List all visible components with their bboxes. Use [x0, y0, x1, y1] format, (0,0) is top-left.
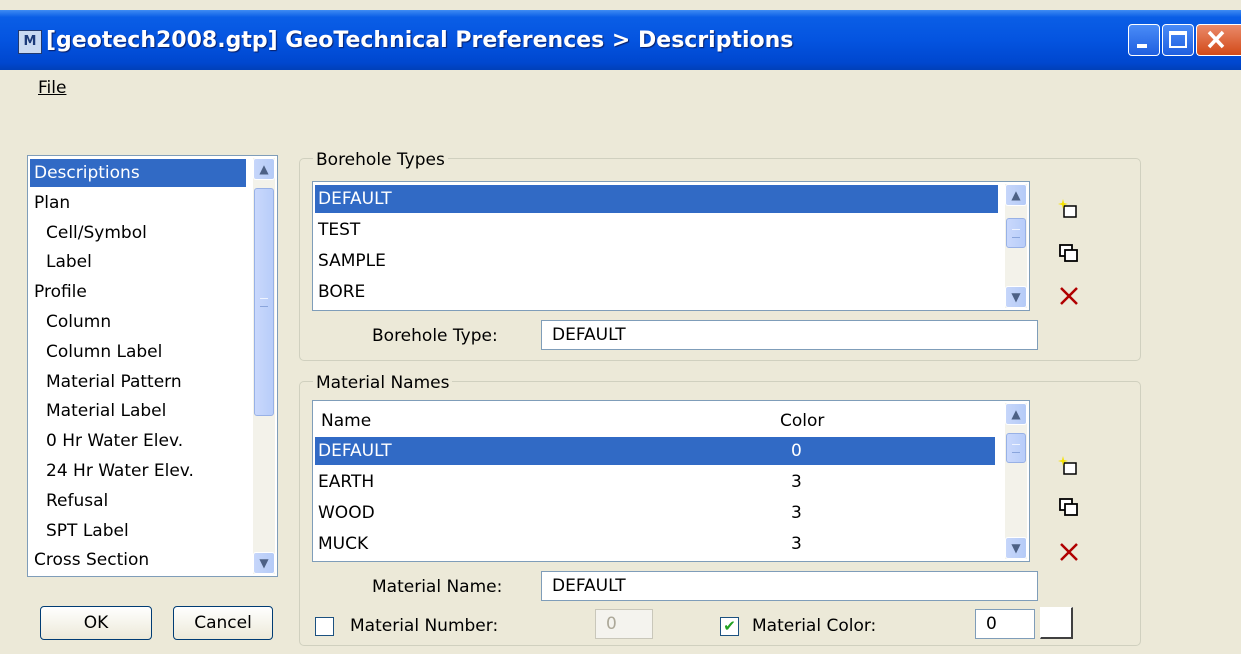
checkmark-icon: ✔ — [723, 617, 736, 635]
material-number-checkbox[interactable] — [315, 617, 334, 636]
chevron-down-icon: ▼ — [259, 556, 269, 570]
borehole-type-label: Borehole Type: — [372, 326, 498, 346]
material-name-cell: MUCK — [318, 534, 369, 554]
material-names-list[interactable]: Name Color DEFAULT 0 EARTH 3 WOOD 3 MUCK 3 ▲ ▼ — [312, 400, 1030, 562]
ok-button[interactable]: OK — [40, 606, 152, 640]
material-name-input[interactable]: DEFAULT — [541, 571, 1038, 601]
category-item[interactable]: 24 Hr Water Elev. — [30, 457, 194, 485]
close-button[interactable] — [1196, 24, 1241, 56]
category-item[interactable]: Cross Section — [30, 546, 149, 574]
scroll-down-button[interactable]: ▼ — [253, 552, 275, 574]
category-item[interactable]: 0 Hr Water Elev. — [30, 427, 183, 455]
material-number-label: Material Number: — [350, 616, 499, 636]
category-item[interactable]: Column Label — [30, 338, 162, 366]
chevron-down-icon: ▼ — [1011, 541, 1021, 555]
category-item[interactable]: Column — [30, 308, 111, 336]
category-item[interactable]: Plan — [30, 189, 70, 217]
borehole-type-item[interactable]: DEFAULT — [315, 185, 998, 213]
scroll-up-button[interactable]: ▲ — [1005, 403, 1027, 425]
close-icon — [1207, 30, 1225, 49]
copy-material-icon[interactable] — [1058, 496, 1080, 518]
cancel-button[interactable]: Cancel — [173, 606, 273, 640]
minimize-button[interactable] — [1128, 24, 1160, 56]
material-color-input[interactable]: 0 — [975, 609, 1035, 639]
material-name-cell: DEFAULT — [318, 441, 392, 461]
material-row[interactable]: DEFAULT 0 — [315, 437, 995, 465]
maximize-button[interactable] — [1162, 24, 1194, 56]
category-item[interactable]: SPT Label — [30, 517, 129, 545]
category-item[interactable]: Refusal — [30, 487, 108, 515]
scroll-thumb[interactable] — [1006, 433, 1026, 463]
menu-bar: File — [0, 70, 1241, 104]
category-item[interactable]: Material Label — [30, 397, 166, 425]
borehole-type-input[interactable]: DEFAULT — [541, 320, 1038, 350]
material-color-cell: 0 — [791, 441, 802, 461]
app-icon: M — [18, 30, 42, 54]
scroll-down-button[interactable]: ▼ — [1005, 286, 1027, 308]
title-bar[interactable]: M [geotech2008.gtp] GeoTechnical Prefere… — [0, 10, 1241, 70]
borehole-type-item[interactable]: TEST — [315, 216, 360, 244]
chevron-up-icon: ▲ — [1011, 188, 1021, 202]
minimize-icon — [1137, 44, 1147, 48]
maximize-icon — [1169, 31, 1187, 48]
category-scrollbar[interactable]: ▲ ▼ — [253, 158, 275, 574]
grip-icon — [260, 298, 268, 307]
scroll-thumb[interactable] — [254, 188, 274, 416]
scroll-up-button[interactable]: ▲ — [1005, 184, 1027, 206]
new-borehole-icon[interactable] — [1058, 198, 1080, 220]
material-name-cell: WOOD — [318, 503, 375, 523]
grip-icon — [1012, 229, 1020, 238]
chevron-up-icon: ▲ — [259, 162, 269, 176]
category-item[interactable]: Label — [30, 248, 92, 276]
new-material-icon[interactable] — [1058, 455, 1080, 477]
menu-file-label: File — [38, 78, 67, 98]
borehole-scrollbar[interactable]: ▲ ▼ — [1005, 184, 1027, 308]
material-row[interactable]: MUCK 3 — [315, 530, 995, 558]
window-title: [geotech2008.gtp] GeoTechnical Preferenc… — [46, 28, 794, 53]
chevron-down-icon: ▼ — [1011, 290, 1021, 304]
column-header-name[interactable]: Name — [318, 407, 371, 435]
material-name-cell: EARTH — [318, 472, 375, 492]
category-item[interactable]: Cell/Symbol — [30, 219, 147, 247]
delete-borehole-icon[interactable] — [1058, 285, 1080, 307]
borehole-types-list[interactable]: DEFAULT TEST SAMPLE BORE ▲ ▼ — [312, 181, 1030, 311]
material-row[interactable]: WOOD 3 — [315, 499, 995, 527]
category-list[interactable]: Descriptions Plan Cell/Symbol Label Profile C… — [27, 155, 278, 577]
delete-material-icon[interactable] — [1058, 541, 1080, 563]
scroll-thumb[interactable] — [1006, 218, 1026, 248]
borehole-type-item[interactable]: BORE — [315, 278, 365, 306]
material-row[interactable]: EARTH 3 — [315, 468, 995, 496]
material-color-checkbox[interactable]: ✔ — [720, 617, 739, 636]
category-item[interactable]: Profile — [30, 278, 87, 306]
chevron-up-icon: ▲ — [1011, 407, 1021, 421]
scroll-up-button[interactable]: ▲ — [253, 158, 275, 180]
preferences-window: M [geotech2008.gtp] GeoTechnical Prefere… — [0, 0, 1241, 654]
category-item[interactable]: Material Pattern — [30, 368, 182, 396]
scroll-down-button[interactable]: ▼ — [1005, 537, 1027, 559]
material-names-title: Material Names — [313, 373, 453, 393]
color-swatch-button[interactable] — [1040, 607, 1073, 639]
column-header-color[interactable]: Color — [777, 407, 824, 435]
material-number-input[interactable]: 0 — [595, 609, 653, 639]
material-color-cell: 3 — [791, 472, 802, 492]
borehole-types-title: Borehole Types — [313, 150, 448, 170]
material-color-cell: 3 — [791, 503, 802, 523]
copy-borehole-icon[interactable] — [1058, 242, 1080, 264]
category-item[interactable]: Descriptions — [30, 159, 246, 187]
material-scrollbar[interactable]: ▲ ▼ — [1005, 403, 1027, 559]
borehole-type-item[interactable]: SAMPLE — [315, 247, 386, 275]
material-color-label: Material Color: — [752, 616, 877, 636]
menu-file[interactable]: File — [38, 78, 66, 98]
material-name-label: Material Name: — [372, 577, 503, 597]
material-color-cell: 3 — [791, 534, 802, 554]
grip-icon — [1012, 444, 1020, 453]
